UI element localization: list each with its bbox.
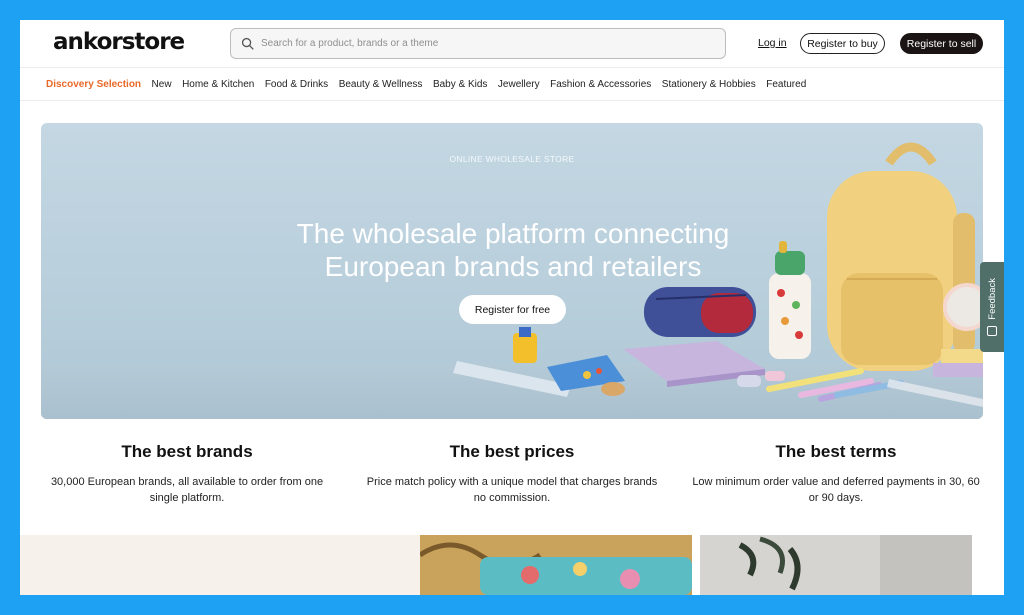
featured-intro-panel [20, 535, 420, 595]
feedback-label: Feedback [986, 278, 998, 320]
feature-title: The best prices [449, 442, 575, 461]
textile-image [420, 535, 692, 595]
hero-eyebrow: ONLINE WHOLESALE STORE [449, 154, 575, 164]
feature-title: The best brands [121, 442, 253, 461]
nav-item-fashion-accessories[interactable]: Fashion & Accessories [550, 79, 651, 90]
feature-best-terms: The best terms Low minimum order value a… [686, 442, 986, 506]
register-to-buy-button[interactable]: Register to buy [800, 33, 885, 54]
feature-best-prices: The best prices Price match policy with … [362, 442, 662, 506]
feature-text: Price match policy with a unique model t… [366, 476, 658, 504]
nav-item-food-drinks[interactable]: Food & Drinks [265, 79, 328, 90]
nav-item-discovery-selection[interactable]: Discovery Selection [46, 79, 141, 90]
interior-image [700, 535, 972, 595]
featured-tile-textiles[interactable] [420, 535, 692, 595]
featured-section [20, 535, 1004, 595]
register-for-free-button[interactable]: Register for free [459, 295, 566, 324]
nav-item-home-kitchen[interactable]: Home & Kitchen [182, 79, 254, 90]
login-link[interactable]: Log in [758, 37, 787, 49]
browser-page: ankorstore Log in Register to buy Regist… [20, 20, 1004, 595]
hero-banner: ONLINE WHOLESALE STORE The wholesale pla… [41, 123, 983, 419]
feedback-icon [987, 325, 997, 336]
nav-item-stationery-hobbies[interactable]: Stationery & Hobbies [662, 79, 756, 90]
nav-item-new[interactable]: New [152, 79, 172, 90]
nav-item-beauty-wellness[interactable]: Beauty & Wellness [339, 79, 423, 90]
search-icon [241, 37, 254, 50]
hero-title: The wholesale platform connecting Europe… [296, 218, 730, 282]
feature-text: Low minimum order value and deferred pay… [692, 476, 980, 504]
logo[interactable]: ankorstore [53, 29, 185, 55]
nav-item-featured[interactable]: Featured [766, 79, 806, 90]
nav-item-baby-kids[interactable]: Baby & Kids [433, 79, 487, 90]
nav-item-jewellery[interactable]: Jewellery [498, 79, 540, 90]
site-header: ankorstore Log in Register to buy Regist… [20, 20, 1004, 67]
feature-text: 30,000 European brands, all available to… [50, 476, 324, 504]
search-bar[interactable] [230, 28, 726, 59]
register-to-sell-button[interactable]: Register to sell [900, 33, 983, 54]
featured-tile-interior[interactable] [700, 535, 972, 595]
category-nav: Discovery Selection New Home & Kitchen F… [20, 67, 1004, 101]
feature-title: The best terms [775, 442, 897, 461]
feature-best-brands: The best brands 30,000 European brands, … [37, 442, 337, 506]
feedback-tab[interactable]: Feedback [980, 262, 1004, 352]
search-input[interactable] [261, 38, 701, 49]
